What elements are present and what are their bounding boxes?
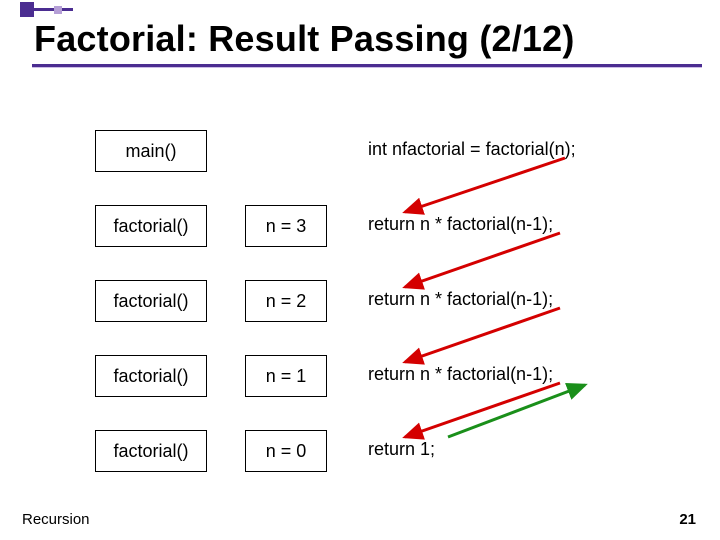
func-label: factorial() [113,291,188,312]
stmt-text: return n * factorial(n-1); [368,214,553,235]
stmt-text: return n * factorial(n-1); [368,364,553,385]
slide-title: Factorial: Result Passing (2/12) [34,18,700,60]
func-cell: factorial() [95,280,207,322]
n-cell: n = 3 [245,205,327,247]
func-label: factorial() [113,441,188,462]
call-arrow-3 [405,383,560,437]
title-underline [32,64,702,67]
n-label: n = 3 [266,216,307,237]
stmt-text: return n * factorial(n-1); [368,289,553,310]
func-label: factorial() [113,216,188,237]
func-cell: main() [95,130,207,172]
page-number: 21 [679,511,696,528]
func-cell: factorial() [95,430,207,472]
n-cell: n = 2 [245,280,327,322]
call-arrow-0 [405,158,565,212]
slide-decor [0,0,720,20]
footer-topic: Recursion [22,511,90,528]
func-cell: factorial() [95,355,207,397]
func-label: factorial() [113,366,188,387]
func-label: main() [125,141,176,162]
n-cell: n = 1 [245,355,327,397]
n-label: n = 0 [266,441,307,462]
func-cell: factorial() [95,205,207,247]
n-label: n = 1 [266,366,307,387]
stmt-text: int nfactorial = factorial(n); [368,139,576,160]
n-label: n = 2 [266,291,307,312]
return-arrow-0 [448,385,585,437]
call-arrow-1 [405,233,560,287]
n-cell: n = 0 [245,430,327,472]
stmt-text: return 1; [368,439,435,460]
call-arrow-2 [405,308,560,362]
